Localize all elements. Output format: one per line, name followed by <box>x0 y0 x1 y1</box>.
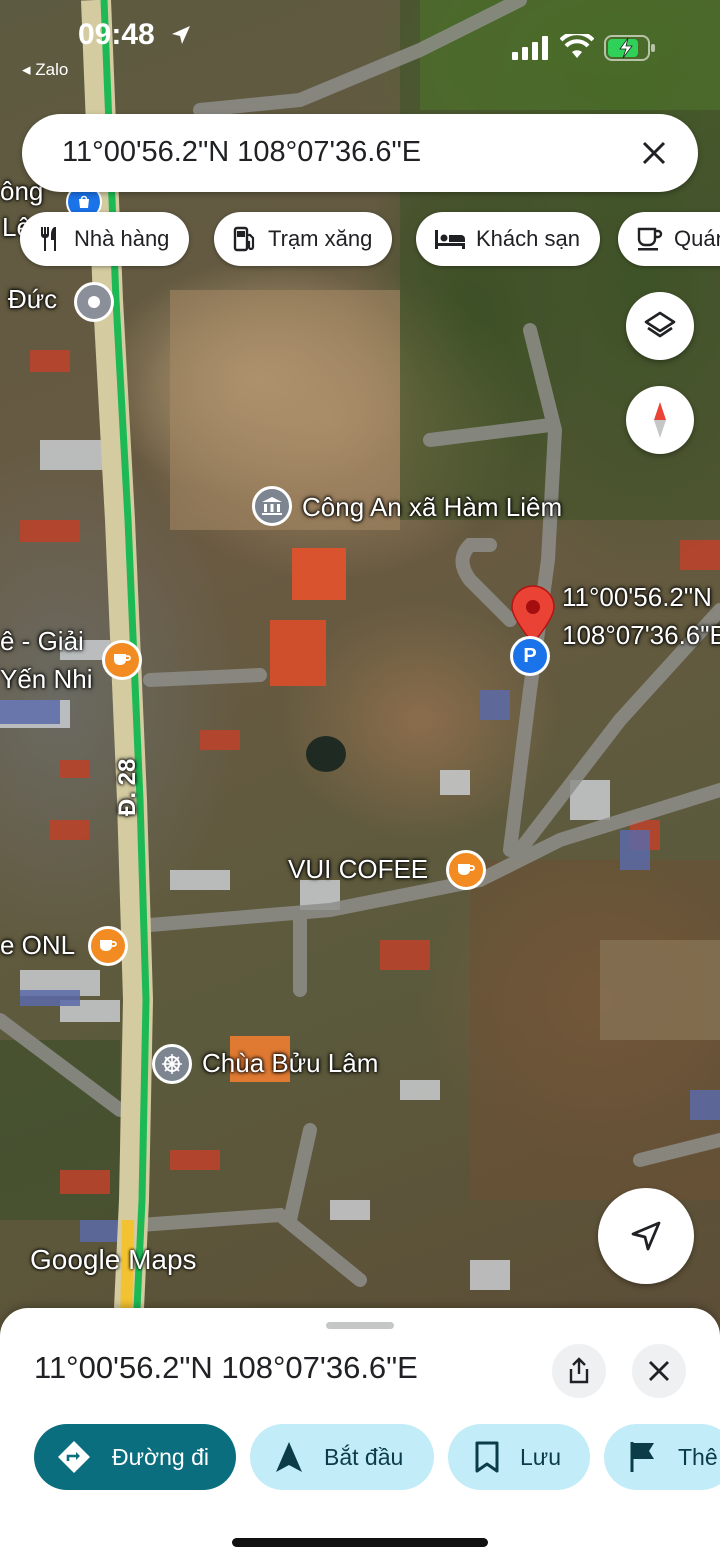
clear-search-button[interactable] <box>630 129 678 177</box>
wifi-icon <box>560 34 594 58</box>
parking-icon[interactable]: P <box>510 636 550 676</box>
navigation-arrow-icon <box>631 1221 661 1251</box>
place-label: Đức <box>8 284 58 314</box>
sheet-drag-handle[interactable] <box>326 1322 394 1329</box>
place-pin-icon[interactable] <box>74 282 114 322</box>
save-button[interactable]: Lưu <box>448 1424 590 1490</box>
action-label: Đường đi <box>112 1443 209 1470</box>
place-label-chua[interactable]: Chùa Bửu Lâm <box>202 1048 378 1079</box>
close-icon <box>649 1361 669 1381</box>
layers-button[interactable] <box>626 292 694 360</box>
government-building-icon[interactable] <box>252 486 292 526</box>
place-label: Yến Nhi <box>0 664 93 694</box>
hotel-icon <box>435 230 465 249</box>
share-button[interactable] <box>552 1344 606 1398</box>
status-time: 09:48 <box>78 18 155 51</box>
cafe-pin-icon[interactable] <box>88 926 128 966</box>
battery-charging-icon <box>604 35 655 61</box>
location-arrow-icon <box>172 26 190 44</box>
close-icon <box>642 141 666 165</box>
google-maps-watermark: Google Maps <box>30 1244 197 1275</box>
action-label: Thê <box>678 1443 718 1470</box>
chip-label: Quán <box>674 226 720 251</box>
cafe-icon <box>637 227 663 251</box>
share-icon <box>569 1357 589 1384</box>
compass-icon <box>654 402 666 438</box>
place-label: ê - Giải <box>0 626 84 656</box>
bookmark-icon <box>475 1441 499 1473</box>
compass-button[interactable] <box>626 386 694 454</box>
sheet-title: 11°00'56.2"N 108°07'36.6"E <box>34 1350 418 1385</box>
navigation-icon <box>276 1442 302 1472</box>
restaurant-icon <box>41 227 56 251</box>
action-label: Bắt đầu <box>324 1443 404 1470</box>
search-bar[interactable]: 11°00'56.2"N 108°07'36.6"E <box>22 114 698 192</box>
road-label: Đ. 28 <box>114 758 141 816</box>
pin-coordinate-line1: 11°00'56.2"N <box>562 582 712 612</box>
layers-icon <box>644 311 676 338</box>
place-label: e ONL <box>0 930 76 960</box>
satellite-map[interactable]: ông Lê Đức Công An xã Hàm Liêm P 11°00'5… <box>0 0 720 1330</box>
search-query[interactable]: 11°00'56.2"N 108°07'36.6"E <box>62 136 421 169</box>
flag-icon <box>630 1442 654 1472</box>
chip-restaurants[interactable]: Nhà hàng <box>20 212 190 266</box>
action-label: Lưu <box>520 1443 561 1470</box>
start-button[interactable]: Bắt đầu <box>250 1424 434 1490</box>
chip-label: Trạm xăng <box>268 226 373 251</box>
cafe-pin-icon[interactable] <box>102 640 142 680</box>
home-indicator[interactable] <box>232 1538 488 1547</box>
back-to-app-link[interactable]: ◂ Zalo <box>22 60 68 80</box>
signal-icon <box>512 36 548 60</box>
place-label-vui-cofee[interactable]: VUI COFEE <box>288 854 428 885</box>
chip-gas-stations[interactable]: Trạm xăng <box>214 212 393 266</box>
cafe-pin-icon[interactable] <box>446 850 486 890</box>
chip-cafes[interactable]: Quán <box>618 212 720 266</box>
directions-button[interactable]: Đường đi <box>34 1424 236 1490</box>
pin-coordinate-line2: 108°07'36.6"E <box>562 620 720 650</box>
directions-icon <box>58 1441 90 1473</box>
place-sheet[interactable]: 11°00'56.2"N 108°07'36.6"E Đường đi Bắt … <box>0 1308 720 1560</box>
add-label-button[interactable]: Thê <box>604 1424 720 1490</box>
close-sheet-button[interactable] <box>632 1344 686 1398</box>
chip-label: Nhà hàng <box>74 226 170 251</box>
chip-hotels[interactable]: Khách sạn <box>416 212 600 266</box>
temple-icon[interactable] <box>152 1044 192 1084</box>
my-location-button[interactable] <box>598 1188 694 1284</box>
gas-station-icon <box>233 226 255 252</box>
status-bar: 09:48 ◂ Zalo <box>0 0 720 90</box>
place-label-cong-an[interactable]: Công An xã Hàm Liêm <box>302 492 562 523</box>
chip-label: Khách sạn <box>476 226 580 251</box>
